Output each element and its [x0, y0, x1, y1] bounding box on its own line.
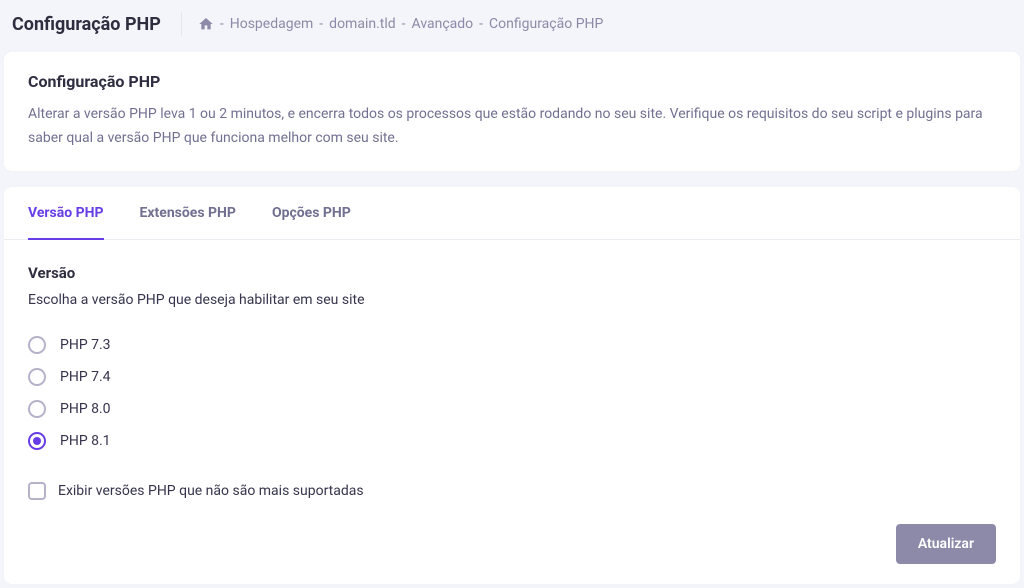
radio-label: PHP 8.1	[60, 433, 111, 449]
breadcrumb: - Hospedagem - domain.tld - Avançado - C…	[181, 12, 604, 36]
radio-icon	[28, 336, 46, 354]
info-card-description: Alterar a versão PHP leva 1 ou 2 minutos…	[28, 103, 996, 151]
radio-php74[interactable]: PHP 7.4	[28, 368, 996, 386]
radio-php80[interactable]: PHP 8.0	[28, 400, 996, 418]
breadcrumb-hosting[interactable]: Hospedagem	[230, 16, 314, 32]
breadcrumb-separator: -	[220, 16, 224, 32]
radio-icon	[28, 368, 46, 386]
version-section-title: Versão	[28, 264, 996, 282]
tabs: Versão PHP Extensões PHP Opções PHP	[4, 187, 1020, 240]
radio-php81[interactable]: PHP 8.1	[28, 432, 996, 450]
tab-content: Versão Escolha a versão PHP que deseja h…	[4, 240, 1020, 524]
home-icon[interactable]	[198, 16, 214, 32]
page-title: Configuração PHP	[12, 14, 181, 35]
radio-label: PHP 8.0	[60, 401, 111, 417]
action-row: Atualizar	[4, 524, 1020, 564]
tab-extensions[interactable]: Extensões PHP	[140, 187, 236, 239]
update-button[interactable]: Atualizar	[896, 524, 996, 564]
breadcrumb-separator: -	[402, 16, 406, 32]
breadcrumb-advanced[interactable]: Avançado	[412, 16, 474, 32]
breadcrumb-separator: -	[319, 16, 323, 32]
breadcrumb-separator: -	[479, 16, 483, 32]
tab-options[interactable]: Opções PHP	[272, 187, 351, 239]
radio-icon	[28, 400, 46, 418]
info-card: Configuração PHP Alterar a versão PHP le…	[4, 52, 1020, 171]
radio-label: PHP 7.4	[60, 369, 111, 385]
checkbox-icon	[28, 482, 46, 500]
show-unsupported-checkbox[interactable]: Exibir versões PHP que não são mais supo…	[28, 482, 996, 500]
breadcrumb-domain[interactable]: domain.tld	[329, 16, 395, 32]
radio-label: PHP 7.3	[60, 337, 111, 353]
breadcrumb-current: Configuração PHP	[489, 16, 603, 32]
checkbox-label: Exibir versões PHP que não são mais supo…	[58, 483, 364, 499]
info-card-title: Configuração PHP	[28, 72, 996, 91]
tab-version[interactable]: Versão PHP	[28, 187, 104, 239]
radio-php73[interactable]: PHP 7.3	[28, 336, 996, 354]
tabs-card: Versão PHP Extensões PHP Opções PHP Vers…	[4, 187, 1020, 584]
radio-icon	[28, 432, 46, 450]
php-version-radio-group: PHP 7.3 PHP 7.4 PHP 8.0 PHP 8.1	[28, 336, 996, 450]
version-section-description: Escolha a versão PHP que deseja habilita…	[28, 292, 996, 308]
